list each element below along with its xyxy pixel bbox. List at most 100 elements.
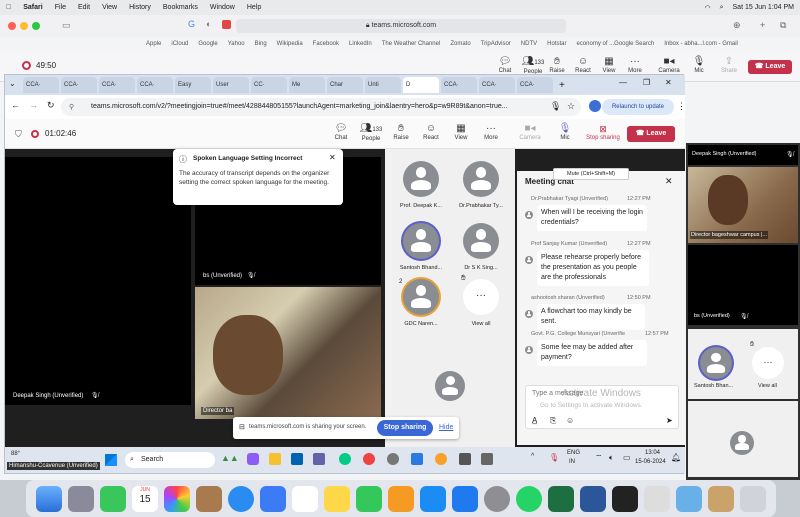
battery-icon[interactable]: ▭ — [623, 453, 631, 462]
clock-text[interactable]: Sat 15 Jun 1:04 PM — [733, 4, 794, 11]
whatsapp-icon[interactable] — [516, 485, 542, 512]
favorite-link[interactable]: economy of ...Google Search — [576, 41, 654, 47]
photos-icon[interactable] — [164, 485, 190, 512]
view-all-label[interactable]: View all — [758, 383, 777, 389]
calendar-icon[interactable]: JUN 15 — [132, 485, 158, 512]
video-tile-bs[interactable]: bs (Unverified) 🎙︎̸ — [688, 245, 798, 325]
minimize-icon[interactable]: — — [619, 78, 627, 87]
menu-file[interactable]: File — [55, 4, 66, 11]
favorite-link[interactable]: LinkedIn — [349, 41, 372, 47]
view-all-label[interactable]: View all — [451, 321, 511, 327]
menu-safari[interactable]: Safari — [23, 4, 42, 11]
keynote-icon[interactable] — [452, 485, 478, 512]
send-icon[interactable]: ➤ — [666, 416, 673, 425]
participant-avatar[interactable] — [403, 161, 439, 197]
settings-icon[interactable] — [387, 453, 399, 465]
favorite-link[interactable]: Zomato — [450, 41, 470, 47]
preview-icon[interactable] — [644, 485, 670, 512]
more-button[interactable]: ··· More — [476, 123, 506, 141]
participant-avatar-hand-raised[interactable] — [403, 279, 439, 315]
video-tile-director[interactable]: Director ba — [195, 287, 381, 419]
emoji-icon[interactable]: ☺ — [566, 416, 574, 425]
reminders-icon[interactable] — [292, 485, 318, 512]
menu-window[interactable]: Window — [210, 4, 235, 11]
file-explorer-icon[interactable] — [269, 453, 281, 465]
chrome-icon[interactable] — [363, 453, 375, 465]
word-icon[interactable] — [411, 453, 423, 465]
outer-participant-tile[interactable] — [688, 401, 798, 477]
word-icon[interactable] — [580, 485, 606, 512]
favorite-link[interactable]: Apple — [146, 41, 161, 47]
url-input[interactable]: teams.microsoft.com/v2/?meetingjoin=true… — [61, 98, 581, 116]
app-icon[interactable] — [481, 453, 493, 465]
app-icon[interactable] — [435, 453, 447, 465]
tray-chevron-icon[interactable]: ^ — [531, 453, 534, 460]
view-button[interactable]: ▦ View — [446, 123, 476, 141]
weather-widget[interactable]: 88° — [11, 451, 20, 457]
windows-start-icon[interactable] — [105, 454, 117, 466]
network-icon[interactable]: ⌔ — [595, 453, 603, 463]
new-tab-icon[interactable]: + — [760, 20, 765, 30]
more-button[interactable]: ··· More — [620, 56, 650, 74]
video-tile-director[interactable]: Director bageshwar campus |... — [688, 167, 798, 243]
chatgpt-icon[interactable] — [612, 485, 638, 512]
browser-tab[interactable]: Me — [289, 77, 325, 93]
favorite-link[interactable]: Inbox - abha...l.com - Gmail — [664, 41, 738, 47]
notification-icon[interactable]: 🔔︎ — [671, 453, 681, 462]
zoom-window-button[interactable] — [32, 22, 40, 30]
close-icon[interactable]: ✕ — [665, 78, 672, 87]
copilot-icon[interactable] — [247, 453, 259, 465]
mic-permission-icon[interactable]: 🎙︎ — [550, 101, 561, 112]
store-icon[interactable] — [291, 453, 303, 465]
download-icon[interactable]: ⊕ — [733, 20, 741, 31]
widgets-icon[interactable]: ▲▲ — [221, 453, 239, 463]
region-indicator[interactable]: IN — [569, 459, 575, 465]
inner-leave-button[interactable]: ☎︎ Leave — [627, 126, 675, 142]
participant-avatar[interactable] — [435, 371, 465, 401]
browser-tab-active[interactable]: D — [403, 77, 439, 93]
chat-button[interactable]: 💬︎ Chat — [490, 56, 520, 74]
trash-icon[interactable] — [740, 485, 766, 512]
camera-button[interactable]: ■◂ Camera — [515, 123, 545, 141]
restore-icon[interactable]: ❐ — [643, 78, 650, 87]
mic-button[interactable]: 🎙︎ Mic — [550, 123, 580, 141]
relaunch-button[interactable]: Relaunch to update — [602, 99, 674, 115]
documents-stack-icon[interactable] — [708, 485, 734, 512]
favorite-link[interactable]: Facebook — [313, 41, 339, 47]
menu-help[interactable]: Help — [247, 4, 261, 11]
format-icon[interactable]: A̲ — [532, 416, 537, 425]
browser-tab[interactable]: User — [213, 77, 249, 93]
pages-icon[interactable] — [388, 485, 414, 512]
notes-icon[interactable] — [324, 485, 350, 512]
browser-tab[interactable]: CCA· — [23, 77, 59, 93]
webex-icon[interactable] — [260, 485, 286, 512]
browser-tab[interactable]: CCA· — [441, 77, 477, 93]
tab-search-icon[interactable]: ⌄ — [9, 79, 16, 88]
menu-history[interactable]: History — [129, 4, 151, 11]
browser-tab[interactable]: CCA· — [99, 77, 135, 93]
wifi-icon[interactable]: ◠ — [704, 4, 710, 12]
browser-tab[interactable]: CCA· — [479, 77, 515, 93]
menu-edit[interactable]: Edit — [78, 4, 90, 11]
forward-icon[interactable]: → — [29, 100, 38, 110]
taskbar-time[interactable]: 13:04 — [645, 450, 660, 456]
taskbar-date[interactable]: 15-06-2024 — [635, 459, 666, 465]
apple-icon[interactable]:  — [6, 4, 11, 11]
profile-avatar[interactable] — [589, 100, 601, 112]
chrome-menu-icon[interactable]: ⋮ — [677, 101, 686, 112]
bookmark-icon[interactable]: ☆ — [567, 101, 575, 112]
stop-sharing-button[interactable]: Stop sharing — [377, 420, 433, 436]
view-all-button[interactable]: ··· — [752, 347, 784, 379]
close-window-button[interactable] — [8, 22, 16, 30]
participant-avatar[interactable] — [700, 347, 732, 379]
view-all-button[interactable]: ··· — [463, 279, 499, 315]
participant-avatar[interactable] — [463, 161, 499, 197]
browser-tab[interactable]: CC· — [251, 77, 287, 93]
people-button[interactable]: 👥︎133 People — [356, 123, 386, 142]
volume-icon[interactable]: 🔈︎ — [609, 453, 614, 463]
language-indicator[interactable]: ENG — [567, 450, 580, 456]
favorite-link[interactable]: Wikipedia — [277, 41, 303, 47]
app-icon[interactable] — [459, 453, 471, 465]
message-input[interactable]: Type a message Activate Windows Go to Se… — [525, 385, 679, 429]
chat-button[interactable]: 💬︎ Chat — [326, 123, 356, 141]
